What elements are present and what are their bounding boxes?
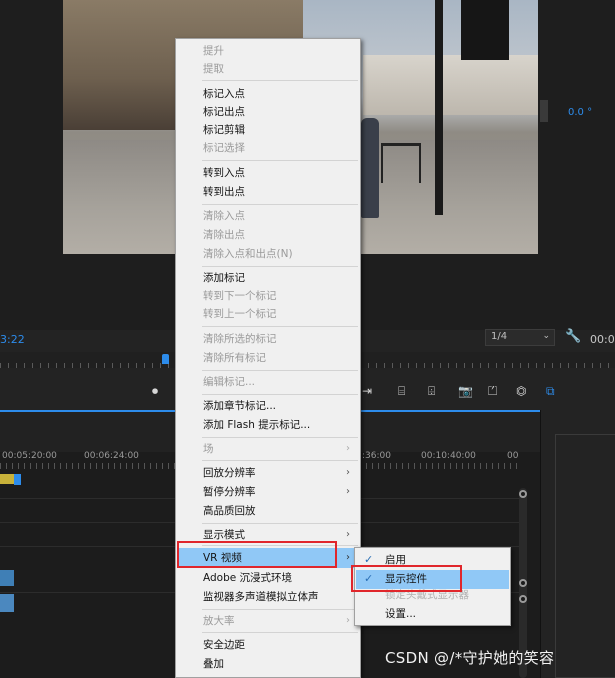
vr-vertical-slider[interactable] [540,100,548,122]
playhead-marker[interactable] [162,354,169,364]
menu-item-edit-marker[interactable]: 编辑标记... [177,373,360,391]
annotation-box-vr-video [177,541,337,568]
timeline-time-label: 00:06:24:00 [84,451,139,461]
overwrite-icon[interactable]: ⌹ [428,384,435,399]
menu-item-mark-selection[interactable]: 标记选择 [177,139,360,157]
menu-item-field[interactable]: 场 › [177,440,360,458]
chevron-right-icon: › [346,443,350,454]
menu-item-high-quality-playback[interactable]: 高品质回放 [177,502,360,520]
annotation-box-show-controls [351,565,462,592]
scroll-handle[interactable] [519,595,527,603]
menu-separator [202,460,358,461]
menu-item-clear-in[interactable]: 清除入点 [177,207,360,225]
menu-item-previous-marker[interactable]: 转到上一个标记 [177,305,360,323]
video-clip[interactable] [0,570,14,586]
chevron-right-icon: › [346,552,350,563]
chevron-right-icon: › [346,467,350,478]
menu-item-lift[interactable]: 提升 [177,42,360,60]
timeline-time-label: 00 [507,451,519,461]
timeline-time-label: :36:00 [362,451,391,461]
timeline-time-label: 00:05:20:00 [2,451,57,461]
menu-item-extract[interactable]: 提取 [177,60,360,78]
menu-separator [202,370,358,371]
menu-separator [202,204,358,205]
menu-separator [202,160,358,161]
video-railing [381,143,421,183]
menu-item-paused-resolution[interactable]: 暂停分辨率 › [177,483,360,501]
menu-separator [202,609,358,610]
menu-separator [202,394,358,395]
video-building-right [363,55,538,115]
menu-item-clear-all-markers[interactable]: 清除所有标记 [177,349,360,367]
menu-item-overlays[interactable]: 叠加 [177,655,360,673]
menu-item-mark-clip[interactable]: 标记剪辑 [177,121,360,139]
insert-icon[interactable]: ⌸ [398,384,405,399]
menu-item-mark-out[interactable]: 标记出点 [177,103,360,121]
menu-separator [202,632,358,633]
menu-item-add-flash-cue-marker[interactable]: 添加 Flash 提示标记... [177,416,360,434]
export-frame-icon[interactable]: 📷 [458,384,473,398]
menu-item-clear-selected-markers[interactable]: 清除所选的标记 [177,330,360,348]
video-traffic-light [461,0,509,60]
menu-item-clear-out[interactable]: 清除出点 [177,226,360,244]
timeline-time-label: 00:10:40:00 [421,451,476,461]
video-traffic-pole [435,0,443,215]
playhead-timecode[interactable]: 3:22 [0,333,25,346]
chevron-right-icon: › [346,486,350,497]
vr-angle-readout[interactable]: 0.0 ° [568,107,592,118]
watermark-text: CSDN @/*守护她的笑容 [385,649,555,667]
menu-item-add-marker[interactable]: 添加标记 [177,269,360,287]
menu-separator [202,326,358,327]
menu-item-magnification[interactable]: 放大率 › [177,612,360,630]
menu-item-go-to-out[interactable]: 转到出点 [177,183,360,201]
audio-clip[interactable] [0,594,14,612]
menu-item-mark-in[interactable]: 标记入点 [177,85,360,103]
menu-item-multichannel-stereo[interactable]: 监视器多声道模拟立体声 [177,588,360,606]
menu-separator [202,437,358,438]
marker-icon[interactable]: ⏺ [152,384,158,399]
chevron-right-icon: › [346,529,350,540]
timeline-playhead[interactable] [14,474,21,485]
wrench-icon[interactable]: 🔧 [565,329,581,344]
menu-item-go-to-in[interactable]: 转到入点 [177,164,360,182]
monitor-context-menu: 提升 提取 标记入点 标记出点 标记剪辑 标记选择 转到入点 转到出点 清除入点… [175,38,361,678]
submenu-item-settings[interactable]: 设置... [356,605,509,623]
menu-item-clear-in-out[interactable]: 清除入点和出点(N) [177,245,360,263]
scroll-handle[interactable] [519,490,527,498]
menu-item-playback-resolution[interactable]: 回放分辨率 › [177,464,360,482]
duration-timecode: 00:0 [590,333,615,346]
menu-item-adobe-immersive[interactable]: Adobe 沉浸式环境 [177,569,360,587]
menu-item-safe-margins[interactable]: 安全边距 [177,636,360,654]
vr-toggle-icon[interactable]: ⏣ [516,384,526,398]
scroll-handle[interactable] [519,579,527,587]
chevron-down-icon: ⌄ [542,331,550,341]
menu-separator [202,523,358,524]
video-pedestrian [361,118,379,218]
go-to-out-icon[interactable]: ⇥ [362,384,372,398]
audio-meter-panel [540,410,615,678]
playback-resolution-value: 1/4 [491,331,508,342]
menu-item-add-chapter-marker[interactable]: 添加章节标记... [177,397,360,415]
menu-separator [202,266,358,267]
menu-item-next-marker[interactable]: 转到下一个标记 [177,287,360,305]
comparison-view-icon[interactable]: ⏍ [488,384,497,399]
chevron-right-icon: › [346,615,350,626]
button-editor-icon[interactable]: ⧉ [546,384,555,399]
playback-resolution-select[interactable]: 1/4 ⌄ [485,329,555,346]
menu-separator [202,80,358,81]
